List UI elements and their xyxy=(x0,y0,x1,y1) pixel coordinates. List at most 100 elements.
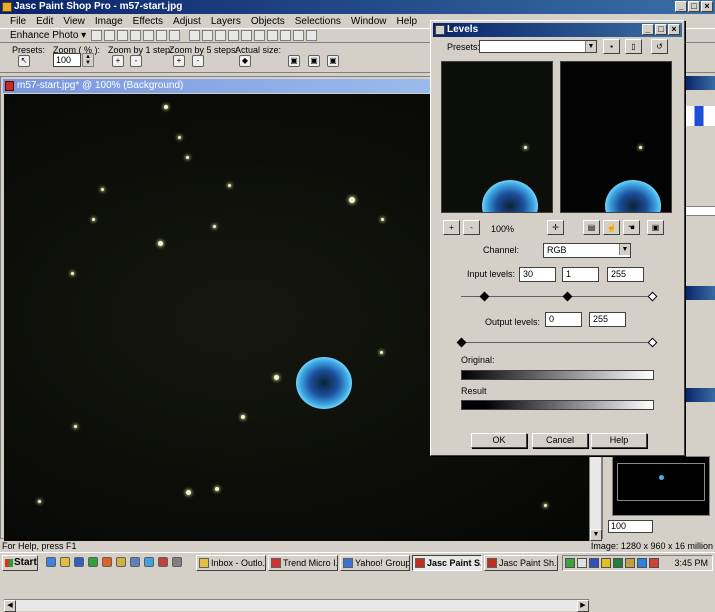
randomize-icon[interactable]: ☚ xyxy=(623,220,640,235)
tray-media-icon[interactable] xyxy=(589,558,599,568)
input-white-handle[interactable] xyxy=(647,291,658,302)
save-preset-icon[interactable]: ▪ xyxy=(603,39,620,54)
scroll-right-arrow-icon[interactable]: ▶ xyxy=(577,600,589,612)
proof-icon[interactable]: ▤ xyxy=(583,220,600,235)
menu-image[interactable]: Image xyxy=(95,16,123,27)
zoom-input[interactable]: 100 xyxy=(53,53,81,67)
menu-window[interactable]: Window xyxy=(351,16,387,27)
color-swatch[interactable] xyxy=(685,106,715,126)
quicklaunch-outlook-icon[interactable] xyxy=(130,557,140,567)
zoom-in-5-icon[interactable]: + xyxy=(173,55,185,67)
zoom-out-5-icon[interactable]: - xyxy=(192,55,204,67)
help-button[interactable]: Help xyxy=(591,433,647,448)
materials-palette-title[interactable] xyxy=(685,76,715,90)
zoom-in-icon[interactable]: + xyxy=(112,55,124,67)
levels-maximize-button[interactable]: □ xyxy=(655,24,667,35)
overview-viewport[interactable] xyxy=(617,463,705,501)
zoom-out-icon[interactable]: - xyxy=(130,55,142,67)
output-levels-slider[interactable] xyxy=(461,342,654,343)
task-yahoo-groups[interactable]: Yahoo! Group... xyxy=(340,555,410,571)
close-button[interactable]: × xyxy=(701,1,713,12)
tray-antivirus-icon[interactable] xyxy=(649,558,659,568)
scroll-left-arrow-icon[interactable]: ◀ xyxy=(4,600,16,612)
after-preview[interactable] xyxy=(560,61,672,213)
fit-window-icon[interactable]: ▣ xyxy=(288,55,300,67)
menu-file[interactable]: File xyxy=(10,16,26,27)
levels-presets-dropdown[interactable]: ▼ xyxy=(479,40,597,53)
task-inbox-outlook[interactable]: Inbox - Outlo... xyxy=(196,555,266,571)
noise-icon[interactable] xyxy=(156,30,168,41)
input-black-handle[interactable] xyxy=(479,291,490,302)
zoom-spinner[interactable]: ▲ ▼ xyxy=(82,53,94,67)
menu-adjust[interactable]: Adjust xyxy=(173,16,201,27)
clock[interactable]: 3:45 PM xyxy=(674,556,708,570)
menu-selections[interactable]: Selections xyxy=(295,16,341,27)
input-white-field[interactable]: 255 xyxy=(607,267,644,282)
fill-icon[interactable] xyxy=(293,30,305,41)
menu-layers[interactable]: Layers xyxy=(211,16,241,27)
output-black-field[interactable]: 0 xyxy=(545,312,582,327)
menu-help[interactable]: Help xyxy=(396,16,417,27)
quicklaunch-explorer-icon[interactable] xyxy=(60,557,70,567)
quicklaunch-word-icon[interactable] xyxy=(74,557,84,567)
task-trend-micro[interactable]: Trend Micro I... xyxy=(268,555,338,571)
preview-zoom-in-icon[interactable]: + xyxy=(443,220,460,235)
red-eye-icon[interactable] xyxy=(91,30,103,41)
horizontal-scrollbar[interactable]: ◀ ▶ xyxy=(4,599,589,612)
color-balance-icon[interactable] xyxy=(130,30,142,41)
tray-app-icon[interactable] xyxy=(601,558,611,568)
tray-security-icon[interactable] xyxy=(613,558,623,568)
ok-button[interactable]: OK xyxy=(471,433,527,448)
clone-brush-icon[interactable] xyxy=(267,30,279,41)
output-white-handle[interactable] xyxy=(647,337,658,348)
menu-objects[interactable]: Objects xyxy=(251,16,285,27)
dropper-tool-icon[interactable] xyxy=(241,30,253,41)
input-gamma-field[interactable]: 1 xyxy=(562,267,599,282)
app-icon[interactable] xyxy=(2,2,12,12)
pointer-tool-icon[interactable] xyxy=(189,30,201,41)
layers-palette-title[interactable] xyxy=(685,286,715,300)
quicklaunch-media-icon[interactable] xyxy=(158,557,168,567)
quicklaunch-app-icon[interactable] xyxy=(102,557,112,567)
menu-view[interactable]: View xyxy=(63,16,85,27)
tray-mail-icon[interactable] xyxy=(577,558,587,568)
levels-close-button[interactable]: × xyxy=(668,24,680,35)
input-levels-slider[interactable] xyxy=(461,296,654,297)
tray-volume-icon[interactable] xyxy=(637,558,647,568)
minimize-button[interactable]: _ xyxy=(675,1,687,12)
overview-palette-title[interactable] xyxy=(685,388,715,402)
tray-network-icon[interactable] xyxy=(565,558,575,568)
channel-dropdown[interactable]: RGB ▼ xyxy=(543,243,631,258)
menu-effects[interactable]: Effects xyxy=(133,16,163,27)
task-jasc-paint-shop-2[interactable]: Jasc Paint Sh... xyxy=(484,555,558,571)
cancel-button[interactable]: Cancel xyxy=(532,433,588,448)
output-black-handle[interactable] xyxy=(456,337,467,348)
fit-screen-icon[interactable]: ▣ xyxy=(327,55,339,67)
eraser-icon[interactable] xyxy=(280,30,292,41)
start-button[interactable]: Start xyxy=(2,555,38,571)
actual-size-icon[interactable]: ◆ xyxy=(239,55,251,67)
text-tool-icon[interactable] xyxy=(306,30,318,41)
input-gamma-handle[interactable] xyxy=(562,291,573,302)
levels-minimize-button[interactable]: _ xyxy=(642,24,654,35)
input-black-field[interactable]: 30 xyxy=(519,267,556,282)
preview-zoom-out-icon[interactable]: - xyxy=(463,220,480,235)
before-preview[interactable] xyxy=(441,61,553,213)
tray-folder-icon[interactable] xyxy=(625,558,635,568)
menu-edit[interactable]: Edit xyxy=(36,16,53,27)
output-white-field[interactable]: 255 xyxy=(589,312,626,327)
task-jasc-paint-shop-1[interactable]: Jasc Paint S... xyxy=(412,555,482,571)
levels-title-bar[interactable]: Levels _ □ × xyxy=(433,23,682,37)
move-tool-icon[interactable] xyxy=(228,30,240,41)
fade-correction-icon[interactable] xyxy=(117,30,129,41)
crop-tool-icon[interactable] xyxy=(215,30,227,41)
clarify-icon[interactable] xyxy=(104,30,116,41)
overview-zoom-input[interactable]: 100 xyxy=(608,520,653,533)
overview-palette[interactable] xyxy=(612,456,710,516)
delete-preset-icon[interactable]: ▯ xyxy=(625,39,642,54)
quicklaunch-ie-icon[interactable] xyxy=(46,557,56,567)
pan-icon[interactable]: ✛ xyxy=(547,220,564,235)
preview-on-image-icon[interactable]: ▣ xyxy=(647,220,664,235)
maximize-button[interactable]: □ xyxy=(688,1,700,12)
enhance-photo-menu[interactable]: Enhance Photo ▾ xyxy=(10,30,86,41)
